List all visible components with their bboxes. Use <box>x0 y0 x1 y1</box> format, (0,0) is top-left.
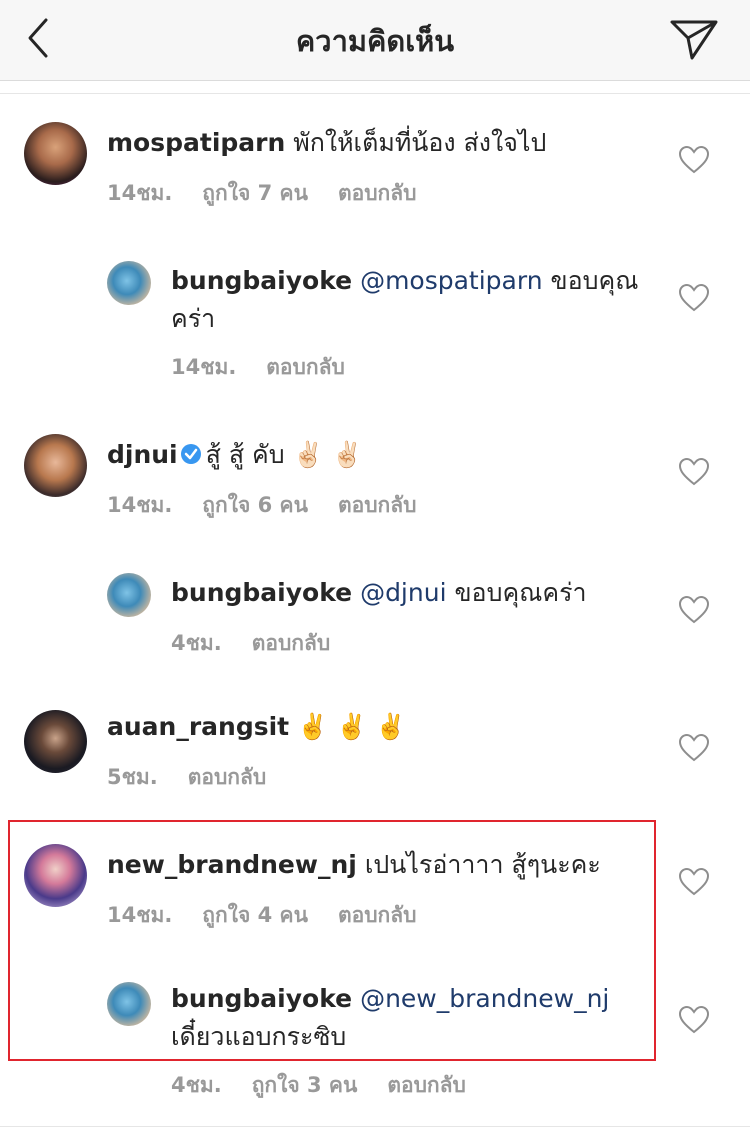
comment-body: เดี๋ยวแอบกระซิบ <box>171 1022 347 1051</box>
comment-meta: 14ชม. ตอบกลับ <box>171 351 375 384</box>
reply-button[interactable]: ตอบกลับ <box>387 1073 466 1097</box>
heart-icon[interactable] <box>679 146 709 174</box>
comment-text: auan_rangsit ✌️ ✌️ ✌️ <box>107 708 652 746</box>
mention-link[interactable]: @new_brandnew_nj <box>360 984 609 1013</box>
reply-button[interactable]: ตอบกลับ <box>252 631 331 655</box>
avatar[interactable] <box>24 122 87 185</box>
avatar[interactable] <box>107 982 151 1026</box>
comment-text: mospatiparn พักให้เต็มที่น้อง ส่งใจไป <box>107 124 652 162</box>
likes-count[interactable]: ถูกใจ 6 คน <box>202 493 308 517</box>
mention-link[interactable]: @mospatiparn <box>360 266 542 295</box>
comment-body: ✌️ ✌️ ✌️ <box>297 712 407 741</box>
comment-text: new_brandnew_nj เปนไรอ่าาาา สู้ๆนะคะ <box>107 846 652 884</box>
likes-count[interactable]: ถูกใจ 4 คน <box>202 903 308 927</box>
heart-icon[interactable] <box>679 734 709 762</box>
heart-icon[interactable] <box>679 596 709 624</box>
divider <box>0 93 750 94</box>
divider <box>0 1126 750 1127</box>
reply-button[interactable]: ตอบกลับ <box>338 493 417 517</box>
reply-button[interactable]: ตอบกลับ <box>338 903 417 927</box>
username[interactable]: bungbaiyoke <box>171 578 352 607</box>
reply-button[interactable]: ตอบกลับ <box>188 765 267 789</box>
comment-text: bungbaiyoke @djnui ขอบคุณคร่า <box>171 574 651 612</box>
heart-icon[interactable] <box>679 868 709 896</box>
comment-meta: 4ชม. ถูกใจ 3 คน ตอบกลับ <box>171 1069 496 1102</box>
timestamp: 4ชม. <box>171 1073 222 1097</box>
timestamp: 5ชม. <box>107 765 158 789</box>
timestamp: 4ชม. <box>171 631 222 655</box>
mention-link[interactable]: @djnui <box>360 578 446 607</box>
username[interactable]: djnui <box>107 440 178 469</box>
timestamp: 14ชม. <box>171 355 237 379</box>
heart-icon[interactable] <box>679 458 709 486</box>
comment-body: สู้ สู้ คับ ✌🏻 ✌🏻 <box>205 440 363 469</box>
likes-count[interactable]: ถูกใจ 7 คน <box>202 181 308 205</box>
comment-body: ขอบคุณคร่า <box>454 578 587 607</box>
comment-meta: 14ชม. ถูกใจ 7 คน ตอบกลับ <box>107 177 446 210</box>
timestamp: 14ชม. <box>107 493 173 517</box>
comment-text: djnui สู้ สู้ คับ ✌🏻 ✌🏻 <box>107 436 652 474</box>
comment-meta: 4ชม. ตอบกลับ <box>171 627 360 660</box>
page-title: ความคิดเห็น <box>295 24 455 58</box>
heart-icon[interactable] <box>679 1006 709 1034</box>
avatar[interactable] <box>24 844 87 907</box>
likes-count[interactable]: ถูกใจ 3 คน <box>252 1073 358 1097</box>
timestamp: 14ชม. <box>107 903 173 927</box>
username[interactable]: bungbaiyoke <box>171 984 352 1013</box>
comment-body: เปนไรอ่าาาา สู้ๆนะคะ <box>364 850 601 879</box>
timestamp: 14ชม. <box>107 181 173 205</box>
heart-icon[interactable] <box>679 284 709 312</box>
avatar[interactable] <box>107 261 151 305</box>
username[interactable]: mospatiparn <box>107 128 285 157</box>
top-bar: ความคิดเห็น <box>0 0 750 81</box>
username[interactable]: bungbaiyoke <box>171 266 352 295</box>
avatar[interactable] <box>24 434 87 497</box>
reply-button[interactable]: ตอบกลับ <box>338 181 417 205</box>
comment-meta: 14ชม. ถูกใจ 6 คน ตอบกลับ <box>107 489 446 522</box>
username[interactable]: auan_rangsit <box>107 712 289 741</box>
comment-body: พักให้เต็มที่น้อง ส่งใจไป <box>293 128 547 157</box>
reply-button[interactable]: ตอบกลับ <box>266 355 345 379</box>
username[interactable]: new_brandnew_nj <box>107 850 357 879</box>
share-button[interactable] <box>668 14 720 62</box>
comment-meta: 14ชม. ถูกใจ 4 คน ตอบกลับ <box>107 899 446 932</box>
comment-text: bungbaiyoke @new_brandnew_nj เดี๋ยวแอบกร… <box>171 980 651 1056</box>
comment-meta: 5ชม. ตอบกลับ <box>107 761 296 794</box>
verified-badge-icon <box>180 444 201 464</box>
paper-plane-icon <box>670 20 718 60</box>
comment-text: bungbaiyoke @mospatiparn ขอบคุณคร่า <box>171 262 651 338</box>
avatar[interactable] <box>107 573 151 617</box>
avatar[interactable] <box>24 710 87 773</box>
